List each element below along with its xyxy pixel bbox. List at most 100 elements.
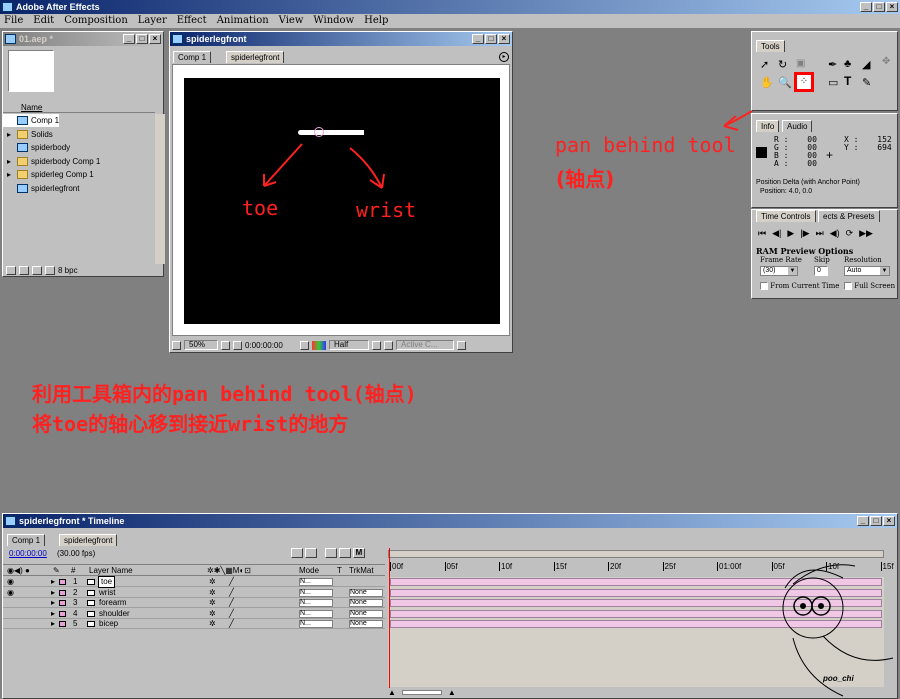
timeline-minimize-button[interactable]: _ <box>857 516 869 526</box>
menu-file[interactable]: File <box>4 14 23 28</box>
frame-rate-select[interactable]: (30) <box>760 266 798 276</box>
eraser-icon[interactable]: ◢ <box>862 58 870 71</box>
trkmat-select[interactable]: None <box>349 609 383 618</box>
camera-tool-icon[interactable]: ▣ <box>796 58 805 69</box>
comp-timecode[interactable]: 0:00:00:00 <box>245 341 297 350</box>
collapse-switch-icon[interactable]: ✲ <box>209 609 216 619</box>
layer-row[interactable]: ▸ 3 forearm ✲ ╱ N... None <box>3 598 385 608</box>
quality-switch-icon[interactable]: ╱ <box>229 609 234 619</box>
project-item[interactable]: ▸ spiderbody Comp 1 <box>3 155 100 168</box>
quality-switch-icon[interactable]: ╱ <box>229 577 234 587</box>
menu-view[interactable]: View <box>279 14 304 28</box>
current-time-indicator[interactable] <box>389 548 390 688</box>
expand-layer-icon[interactable]: ▸ <box>51 598 55 608</box>
mode-select[interactable]: N... <box>299 599 333 607</box>
label-swatch[interactable] <box>59 621 66 627</box>
quality-switch-icon[interactable]: ╱ <box>229 598 234 608</box>
trkmat-select[interactable]: None <box>349 599 383 607</box>
mode-select[interactable]: N... <box>299 588 333 597</box>
frame-blend-icon[interactable] <box>339 548 351 558</box>
collapse-switch-icon[interactable]: ✲ <box>209 598 216 608</box>
zoom-out-icon[interactable]: ▲ <box>388 688 396 697</box>
collapse-switch-icon[interactable]: ✲ <box>209 619 216 629</box>
tab-effects-presets[interactable]: ects & Presets <box>818 210 880 222</box>
zoom-select[interactable]: 50% <box>184 340 218 350</box>
menu-composition[interactable]: Composition <box>64 14 128 28</box>
wireframe-icon[interactable] <box>305 548 317 558</box>
new-comp-icon[interactable] <box>32 265 42 275</box>
timeline-close-button[interactable]: × <box>883 516 895 526</box>
timeline-tab-spiderlegfront[interactable]: spiderlegfront <box>59 534 118 546</box>
comp-viewport[interactable]: toe wrist <box>172 64 510 336</box>
rotation-tool-icon[interactable]: ↻ <box>778 58 787 71</box>
play-icon[interactable]: ▶ <box>787 228 794 239</box>
zoom-tool-icon[interactable]: 🔍 <box>778 76 792 89</box>
menu-edit[interactable]: Edit <box>33 14 54 28</box>
mode-select[interactable]: N... <box>299 609 333 618</box>
layer-name[interactable]: wrist <box>99 588 115 598</box>
always-preview-icon[interactable] <box>172 340 181 350</box>
comp-close-button[interactable]: × <box>498 34 510 44</box>
ram-preview-icon[interactable]: ▶▶ <box>859 228 873 239</box>
expand-arrow-icon[interactable]: ▸ <box>7 128 17 141</box>
project-name-header[interactable]: Name <box>3 102 155 113</box>
comp-flowchart-icon[interactable] <box>291 548 303 558</box>
tab-comp-1[interactable]: Comp 1 <box>173 51 212 63</box>
last-frame-icon[interactable]: ⏭ <box>816 228 824 239</box>
comp-canvas[interactable]: toe wrist <box>184 78 500 324</box>
text-tool-icon[interactable]: T <box>844 74 851 88</box>
project-item[interactable]: ▸ spiderleg Comp 1 <box>3 168 94 181</box>
bpc-label[interactable]: 8 bpc <box>58 266 78 275</box>
expand-layer-icon[interactable]: ▸ <box>51 619 55 629</box>
minimize-button[interactable]: _ <box>860 2 872 12</box>
pen-mask-icon[interactable]: ✎ <box>862 76 871 89</box>
from-current-checkbox[interactable]: From Current Time <box>760 282 839 290</box>
maximize-button[interactable]: □ <box>873 2 885 12</box>
layer-name[interactable]: toe <box>97 576 116 588</box>
tab-spiderlegfront[interactable]: spiderlegfront <box>226 51 285 63</box>
loop-icon[interactable]: ⟳ <box>846 228 854 239</box>
prev-frame-icon[interactable]: ◀| <box>772 228 781 239</box>
menu-animation[interactable]: Animation <box>217 14 269 28</box>
collapse-switch-icon[interactable]: ✲ <box>209 577 216 587</box>
project-item[interactable]: spiderlegfront <box>3 182 79 195</box>
trash-icon[interactable] <box>45 265 55 275</box>
label-swatch[interactable] <box>59 600 66 606</box>
next-frame-icon[interactable]: |▶ <box>800 228 809 239</box>
trkmat-select[interactable]: None <box>349 620 383 628</box>
collapse-switch-icon[interactable]: ✲ <box>209 588 216 598</box>
rectangle-mask-icon[interactable]: ▭ <box>828 76 838 89</box>
project-close-button[interactable]: × <box>149 34 161 44</box>
zoom-slider[interactable] <box>401 689 442 695</box>
layer-name[interactable]: forearm <box>99 598 127 608</box>
project-item[interactable]: Comp 1 <box>3 114 60 127</box>
roi-icon[interactable] <box>372 340 381 350</box>
menu-effect[interactable]: Effect <box>177 14 207 28</box>
layer-row[interactable]: ▸ 5 bicep ✲ ╱ N... None <box>3 619 385 629</box>
channels-icon[interactable] <box>312 340 326 350</box>
close-button[interactable]: × <box>886 2 898 12</box>
eye-icon[interactable]: ◉ <box>7 588 16 598</box>
expand-arrow-icon[interactable]: ▸ <box>7 155 17 168</box>
layer-row[interactable]: ◉ ▸ 1 toe ✲ ╱ N... <box>3 576 385 588</box>
resolution-select[interactable]: Half <box>329 340 369 350</box>
project-maximize-button[interactable]: □ <box>136 34 148 44</box>
project-scrollbar[interactable] <box>155 114 165 264</box>
expand-layer-icon[interactable]: ▸ <box>51 609 55 619</box>
pan-behind-tool-icon[interactable]: ⁘ <box>794 72 814 92</box>
motion-blur-icon[interactable]: M <box>353 548 365 558</box>
eye-icon[interactable]: ◉ <box>7 577 16 587</box>
selection-tool-icon[interactable]: ➚ <box>760 58 769 71</box>
comp-menu-arrow[interactable]: ▸ <box>499 52 509 62</box>
layer-name[interactable]: bicep <box>99 619 118 629</box>
label-swatch[interactable] <box>59 589 66 596</box>
expand-arrow-icon[interactable]: ▸ <box>7 168 17 181</box>
clone-stamp-icon[interactable]: ♣ <box>844 58 851 70</box>
menu-layer[interactable]: Layer <box>138 14 167 28</box>
trkmat-select[interactable]: None <box>349 588 383 597</box>
quality-switch-icon[interactable]: ╱ <box>229 619 234 629</box>
timeline-timecode[interactable]: 0:00:00:00 <box>9 549 47 558</box>
menu-window[interactable]: Window <box>313 14 354 28</box>
project-minimize-button[interactable]: _ <box>123 34 135 44</box>
layer-name-header[interactable]: Layer Name <box>89 565 133 577</box>
